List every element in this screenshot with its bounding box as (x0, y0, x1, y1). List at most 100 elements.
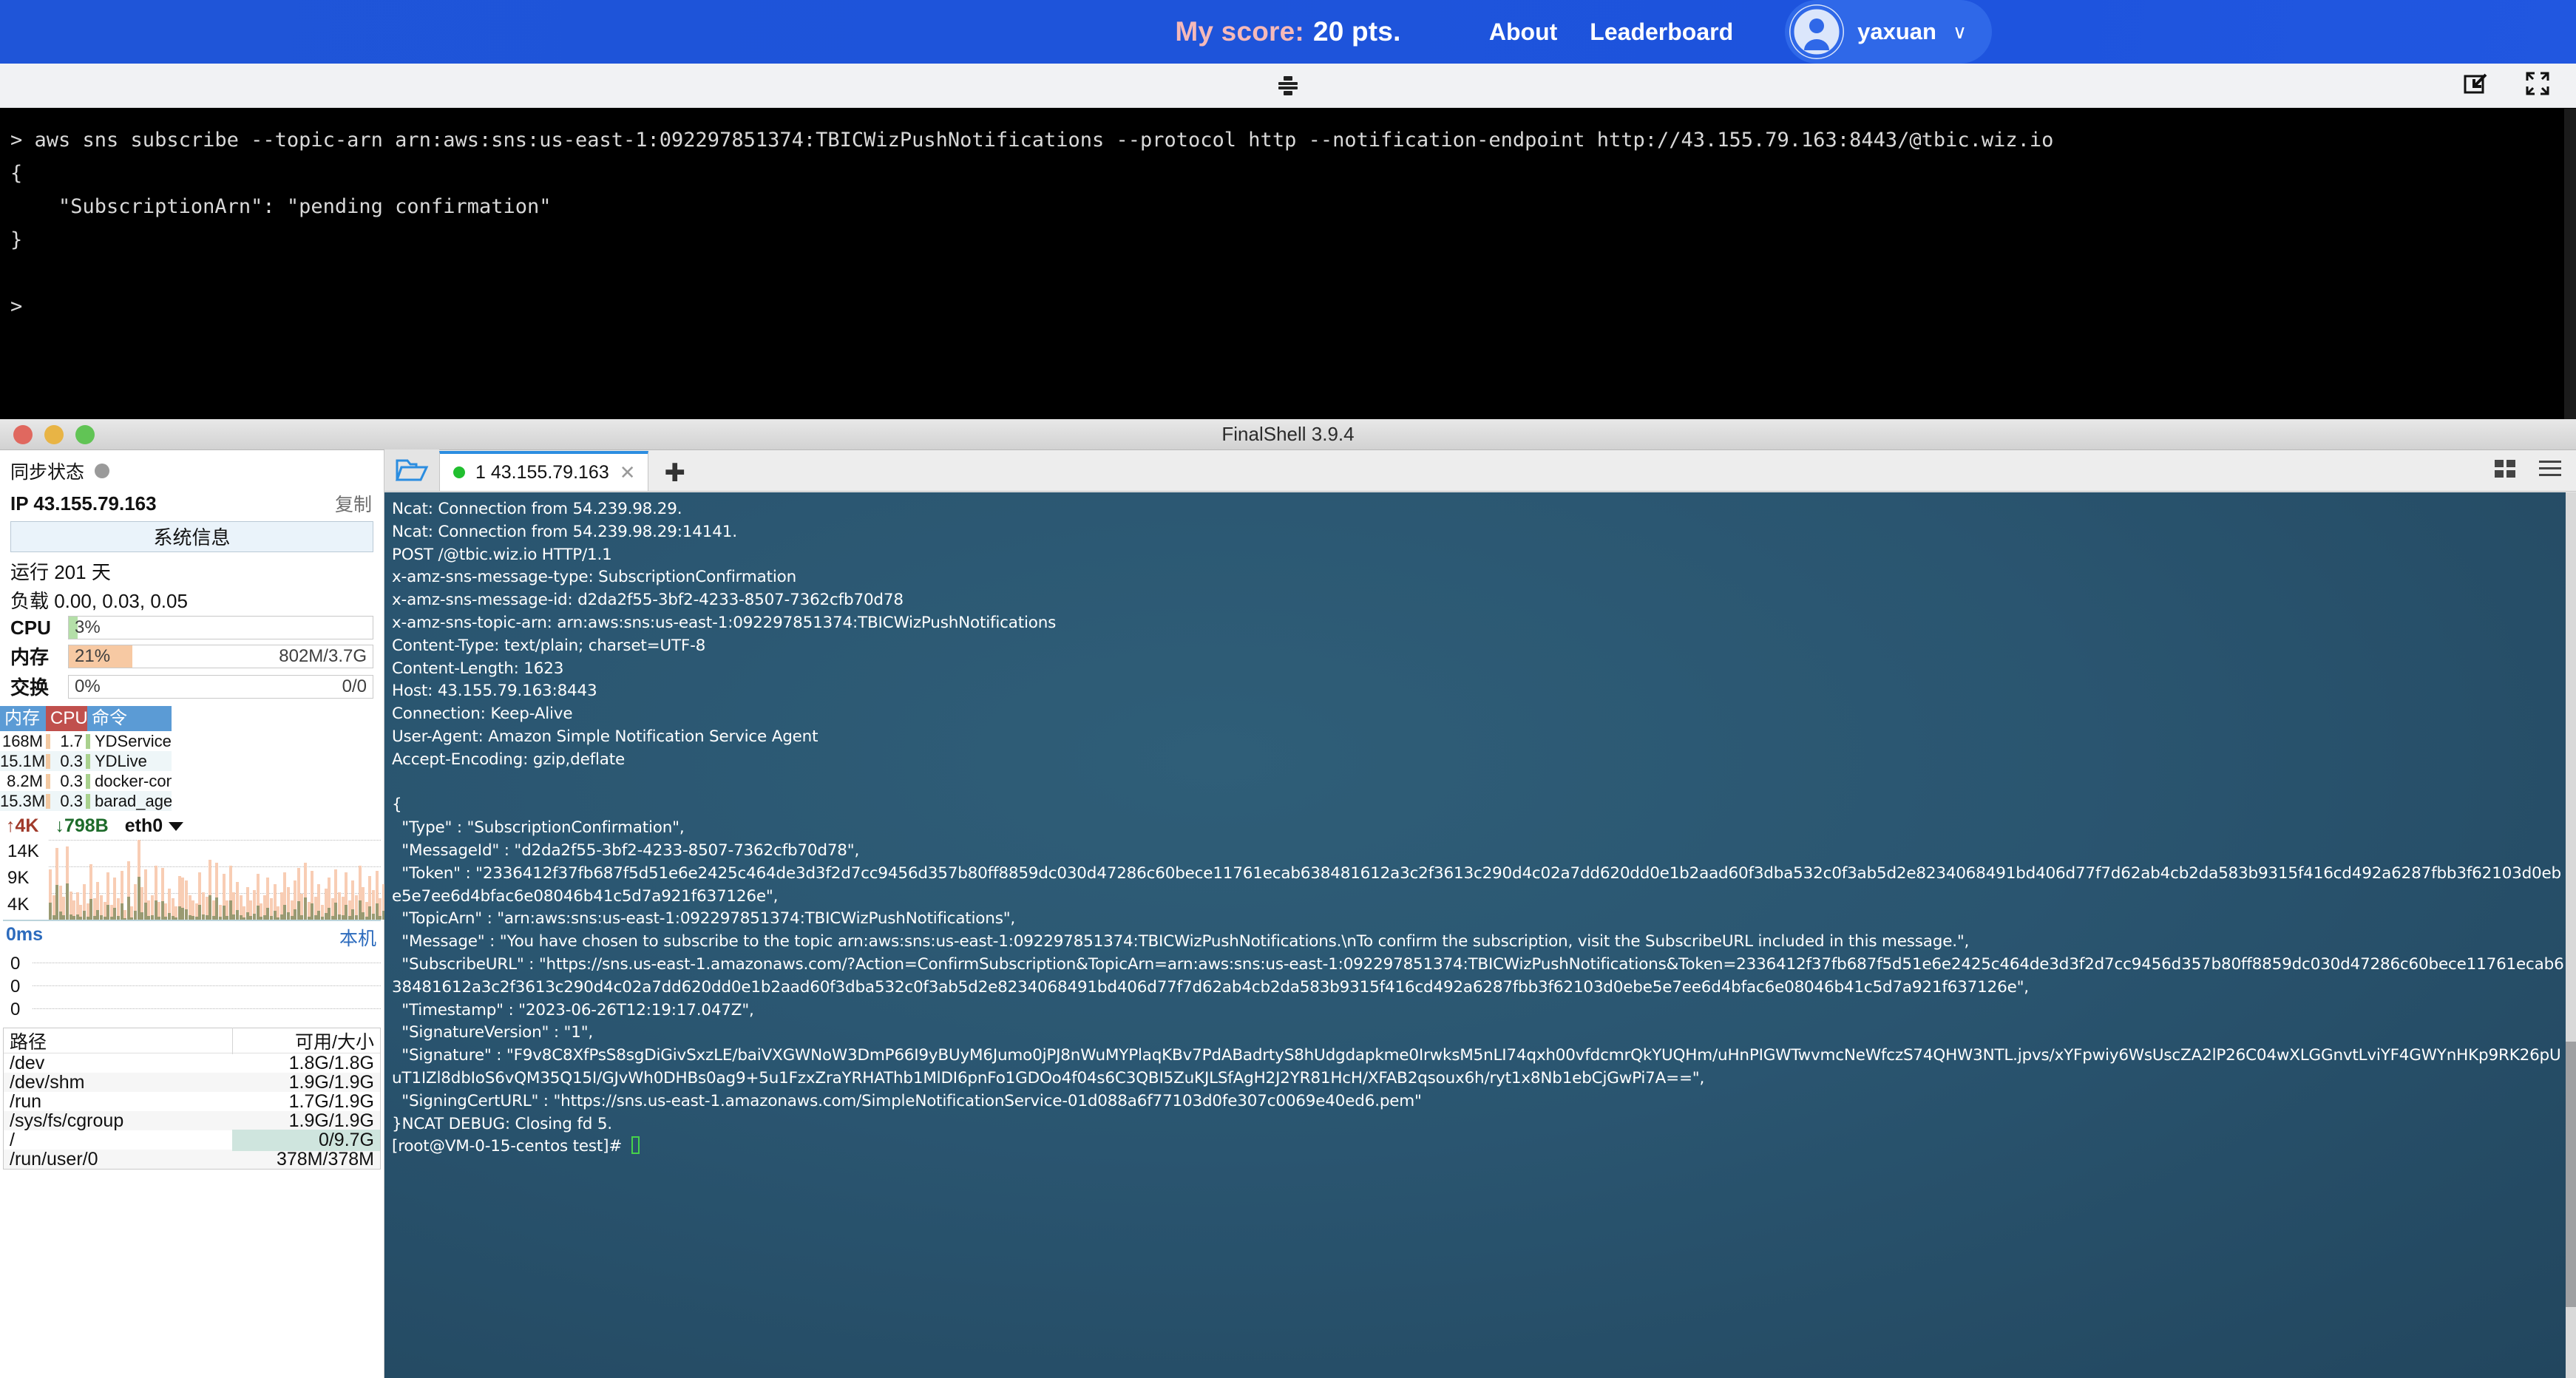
net-bar (160, 867, 164, 920)
net-bar (62, 897, 66, 920)
net-bar (66, 846, 69, 920)
net-bar (313, 897, 317, 920)
swap-meter-label: 交换 (10, 676, 50, 699)
net-bar (109, 905, 113, 920)
net-bar (277, 906, 280, 920)
memory-detail: 802M/3.7G (279, 645, 367, 666)
latency-y-tick: 0 (10, 977, 21, 997)
process-row[interactable]: 15.3M 0.3 barad_agent (0, 791, 172, 811)
finalshell-window: FinalShell 3.9.4 同步状态 IP 43.155.79.163 复… (0, 419, 2576, 1378)
net-bar (143, 869, 147, 920)
disk-table-body: /dev 1.8G/1.8G/dev/shm 1.9G/1.9G/run 1.7G/1… (4, 1053, 380, 1170)
aws-cli-output[interactable]: > aws sns subscribe --topic-arn arn:aws:… (0, 109, 2564, 419)
net-bar (256, 874, 260, 920)
disk-row[interactable]: /sys/fs/cgroup 1.9G/1.9G (4, 1110, 380, 1131)
net-bar (205, 897, 209, 920)
process-command: docker-containe (95, 771, 172, 790)
close-icon[interactable]: ✕ (620, 461, 636, 484)
network-chart-y-axis: 14K 9K 4K (7, 838, 39, 918)
top-terminal-scrollbar[interactable] (2564, 109, 2576, 419)
net-bar (311, 871, 314, 920)
fullscreen-icon[interactable] (2524, 70, 2551, 101)
net-bar (75, 892, 79, 920)
process-row[interactable]: 15.1M 0.3 YDLive (0, 751, 172, 771)
net-bar (137, 840, 140, 920)
net-bar (368, 875, 372, 920)
process-command: YDService (95, 731, 172, 750)
process-row[interactable]: 168M 1.7 YDService (0, 731, 172, 751)
net-bar (106, 872, 110, 920)
disk-col-size[interactable]: 可用/大小 (232, 1027, 380, 1054)
uptime-label: 运行 201 天 (10, 561, 111, 583)
net-bar (134, 883, 137, 920)
net-bar (185, 880, 188, 920)
copy-ip-button[interactable]: 复制 (335, 490, 372, 517)
drag-handle-icon[interactable] (1278, 75, 1298, 95)
net-bar (372, 890, 375, 920)
process-col-memory[interactable]: 内存 (0, 706, 46, 731)
net-bar (92, 898, 96, 920)
disk-path: /dev/shm (10, 1071, 85, 1093)
disk-col-path[interactable]: 路径 (4, 1028, 232, 1054)
disk-size: 1.9G/1.9G (288, 1110, 374, 1131)
net-bar (181, 877, 185, 920)
process-col-cpu[interactable]: CPU (46, 706, 88, 731)
net-bar (79, 905, 83, 920)
disk-row[interactable]: /run/user/0 378M/378M (4, 1149, 380, 1170)
disk-row[interactable]: / 0/9.7G (4, 1129, 380, 1151)
system-info-button[interactable]: 系统信息 (10, 521, 373, 552)
terminal-scrollbar[interactable] (2566, 492, 2576, 1378)
memory-meter: 21% 802M/3.7G (68, 644, 373, 668)
net-bar (174, 906, 178, 920)
net-bar (331, 898, 334, 920)
net-bar (198, 872, 202, 920)
score-label: My score: (1175, 16, 1304, 47)
net-bar (307, 901, 311, 920)
nav-link-about[interactable]: About (1489, 18, 1557, 46)
network-interface-select[interactable]: eth0 (125, 815, 184, 837)
net-bar (86, 903, 89, 920)
nav-link-leaderboard[interactable]: Leaderboard (1590, 18, 1733, 46)
process-memory: 15.1M (0, 751, 46, 770)
open-folder-icon[interactable] (384, 449, 439, 491)
process-row[interactable]: 8.2M 0.3 docker-containe (0, 771, 172, 791)
arrow-down-icon: ↓ (55, 815, 64, 836)
browser-toolbar-strip (0, 64, 2576, 108)
disk-row[interactable]: /dev/shm 1.9G/1.9G (4, 1071, 380, 1093)
new-tab-button[interactable]: ✚ (648, 458, 702, 491)
net-bar (355, 895, 358, 920)
net-bar (215, 863, 219, 920)
net-bar (103, 901, 106, 920)
grid-layout-icon[interactable] (2493, 458, 2518, 483)
process-table: 内存 CPU 命令 168M 1.7 YDService 15.1M 0.3 YDLive… (0, 706, 172, 811)
disk-row[interactable]: /dev 1.8G/1.8G (4, 1053, 380, 1073)
ssh-terminal-output[interactable]: Ncat: Connection from 54.239.98.29. Ncat… (384, 492, 2576, 1378)
net-bar (345, 872, 348, 920)
network-traffic-chart: 14K 9K 4K (3, 838, 389, 921)
terminal-tab[interactable]: 1 43.155.79.163 ✕ (439, 451, 648, 491)
latency-host-label: 本机 (339, 929, 376, 949)
net-bar (126, 861, 130, 920)
user-menu-button[interactable]: yaxuan ∨ (1785, 0, 1992, 64)
disk-path: /run (10, 1090, 42, 1112)
terminal-pane: 1 43.155.79.163 ✕ ✚ Ncat: Connection fro… (384, 449, 2576, 1378)
net-bar (211, 900, 215, 920)
process-col-command[interactable]: 命令 (87, 706, 172, 731)
process-command: YDLive (95, 751, 147, 770)
net-bar (154, 866, 157, 920)
net-bar (151, 895, 154, 920)
disk-path: /sys/fs/cgroup (10, 1110, 124, 1131)
net-y-tick: 4K (7, 895, 30, 914)
hamburger-menu-icon[interactable] (2538, 458, 2563, 483)
net-bar (304, 863, 307, 920)
disk-size: 0/9.7G (232, 1129, 380, 1151)
net-bar (191, 900, 195, 920)
net-bar (164, 903, 168, 920)
memory-meter-row: 内存 21% 802M/3.7G (0, 641, 384, 671)
restore-down-icon[interactable] (2462, 70, 2489, 101)
disk-path: / (10, 1129, 15, 1150)
disk-size: 1.7G/1.9G (288, 1090, 374, 1112)
network-chart-bars (49, 838, 389, 920)
disk-row[interactable]: /run 1.7G/1.9G (4, 1090, 380, 1112)
process-cpu: 0.3 (60, 751, 83, 770)
